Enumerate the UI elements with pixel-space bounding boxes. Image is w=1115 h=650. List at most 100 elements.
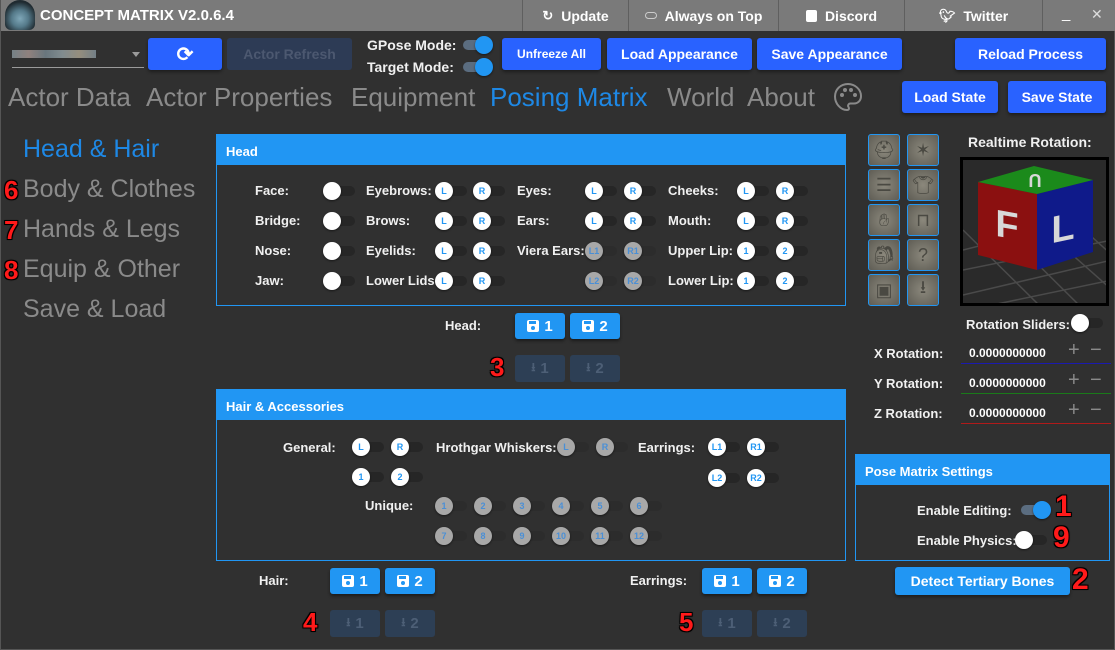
- unique-5-toggle[interactable]: 5: [591, 497, 625, 515]
- tab-posing-matrix[interactable]: Posing Matrix: [490, 82, 648, 113]
- x-rotation-minus-button[interactable]: −: [1090, 339, 1102, 362]
- upper-lip-1-toggle[interactable]: 1: [737, 242, 771, 260]
- unique-9-toggle[interactable]: 9: [513, 527, 547, 545]
- twitter-button[interactable]: 🐦︎ Twitter: [904, 0, 1042, 31]
- target-mode-toggle[interactable]: [459, 58, 493, 76]
- lower-lids-l-toggle[interactable]: L: [435, 272, 469, 290]
- unique-11-toggle[interactable]: 11: [591, 527, 625, 545]
- unique-6-toggle[interactable]: 6: [630, 497, 664, 515]
- tab-actor-data[interactable]: Actor Data: [8, 82, 131, 113]
- lower-lip-2-toggle[interactable]: 2: [776, 272, 810, 290]
- hair-save-1-button[interactable]: 1: [330, 568, 380, 594]
- cheeks-r-toggle[interactable]: R: [776, 182, 810, 200]
- x-rotation-plus-button[interactable]: +: [1068, 339, 1080, 362]
- unique-4-toggle[interactable]: 4: [552, 497, 586, 515]
- bag-button[interactable]: 🎒︎: [868, 239, 900, 271]
- y-rotation-input[interactable]: 0.0000000000: [961, 370, 1111, 394]
- palette-icon[interactable]: [832, 81, 864, 113]
- viera-ears-r1-toggle[interactable]: R1: [624, 242, 658, 260]
- upper-lip-2-toggle[interactable]: 2: [776, 242, 810, 260]
- general-1-toggle[interactable]: 1: [352, 468, 386, 486]
- discord-button[interactable]: Discord: [778, 0, 904, 31]
- rotation-sliders-toggle[interactable]: [1071, 314, 1105, 332]
- y-rotation-minus-button[interactable]: −: [1090, 369, 1102, 392]
- jaw-toggle[interactable]: [323, 272, 357, 290]
- earrings-load-2-button[interactable]: ⭳ 2: [757, 610, 807, 637]
- eyelids-r-toggle[interactable]: R: [473, 242, 507, 260]
- close-button[interactable]: ✕: [1091, 6, 1103, 23]
- unique-10-toggle[interactable]: 10: [552, 527, 586, 545]
- y-rotation-plus-button[interactable]: +: [1068, 369, 1080, 392]
- unique-1-toggle[interactable]: 1: [435, 497, 469, 515]
- lower-lids-r-toggle[interactable]: R: [473, 272, 507, 290]
- body-armor-button[interactable]: ☰: [868, 169, 900, 201]
- eyes-r-toggle[interactable]: R: [624, 182, 658, 200]
- whiskers-l-toggle[interactable]: L: [557, 438, 591, 456]
- tab-world[interactable]: World: [667, 82, 734, 113]
- tab-about[interactable]: About: [747, 82, 815, 113]
- update-button[interactable]: ↻ Update: [522, 0, 628, 31]
- unique-7-toggle[interactable]: 7: [435, 527, 469, 545]
- mystery-box-button[interactable]: ?: [907, 239, 939, 271]
- eyes-l-toggle[interactable]: L: [585, 182, 619, 200]
- earrings-load-1-button[interactable]: ⭳ 1: [702, 610, 752, 637]
- unfreeze-all-button[interactable]: Unfreeze All: [502, 38, 601, 70]
- download-button[interactable]: ⭳: [907, 274, 939, 306]
- head-load-2-button[interactable]: ⭳ 2: [570, 355, 620, 382]
- lower-lip-1-toggle[interactable]: 1: [737, 272, 771, 290]
- legs-button[interactable]: ⊓: [907, 204, 939, 236]
- mouth-l-toggle[interactable]: L: [737, 212, 771, 230]
- save-appearance-button[interactable]: Save Appearance: [757, 38, 902, 70]
- cheeks-l-toggle[interactable]: L: [737, 182, 771, 200]
- actor-select-dropdown[interactable]: [12, 40, 144, 68]
- ears-l-toggle[interactable]: L: [585, 212, 619, 230]
- minimize-button[interactable]: _: [1062, 5, 1070, 22]
- tab-equipment[interactable]: Equipment: [351, 82, 475, 113]
- z-rotation-minus-button[interactable]: −: [1090, 399, 1102, 422]
- general-r-toggle[interactable]: R: [391, 438, 425, 456]
- rotation-cube-viewport[interactable]: F L U: [960, 157, 1109, 306]
- save-state-button[interactable]: Save State: [1008, 81, 1106, 113]
- x-rotation-input[interactable]: 0.0000000000: [961, 340, 1111, 364]
- earring-l1-toggle[interactable]: L1: [708, 438, 742, 456]
- unique-12-toggle[interactable]: 12: [630, 527, 664, 545]
- sidebar-item-hands-legs[interactable]: Hands & Legs: [23, 215, 180, 244]
- general-l-toggle[interactable]: L: [352, 438, 386, 456]
- unique-2-toggle[interactable]: 2: [474, 497, 508, 515]
- hand-button[interactable]: ✋︎: [868, 204, 900, 236]
- bridge-toggle[interactable]: [323, 212, 357, 230]
- hair-button[interactable]: ✶: [907, 134, 939, 166]
- gpose-mode-toggle[interactable]: [459, 36, 493, 54]
- enable-physics-toggle[interactable]: [1015, 531, 1049, 549]
- sidebar-item-equip-other[interactable]: Equip & Other: [23, 255, 180, 284]
- sidebar-item-save-load[interactable]: Save & Load: [23, 295, 166, 324]
- always-on-top-button[interactable]: Always on Top: [628, 0, 778, 31]
- viera-ears-2-l2-toggle[interactable]: L2: [585, 272, 619, 290]
- load-appearance-button[interactable]: Load Appearance: [607, 38, 752, 70]
- hair-load-2-button[interactable]: ⭳ 2: [385, 610, 435, 637]
- earrings-save-1-button[interactable]: 1: [702, 568, 752, 594]
- enable-editing-toggle[interactable]: [1017, 501, 1051, 519]
- general-2-toggle[interactable]: 2: [391, 468, 425, 486]
- earrings-save-2-button[interactable]: 2: [757, 568, 807, 594]
- hair-save-2-button[interactable]: 2: [385, 568, 435, 594]
- brows-r-toggle[interactable]: R: [473, 212, 507, 230]
- reload-process-button[interactable]: Reload Process: [955, 38, 1106, 70]
- z-rotation-input[interactable]: 0.0000000000: [961, 400, 1111, 424]
- ears-r-toggle[interactable]: R: [624, 212, 658, 230]
- earring-l2-toggle[interactable]: L2: [708, 469, 742, 487]
- actor-refresh-button[interactable]: Actor Refresh: [227, 38, 352, 70]
- earring-r2-toggle[interactable]: R2: [747, 469, 781, 487]
- hair-load-1-button[interactable]: ⭳ 1: [330, 610, 380, 637]
- unique-3-toggle[interactable]: 3: [513, 497, 547, 515]
- unique-8-toggle[interactable]: 8: [474, 527, 508, 545]
- viera-ears-l1-toggle[interactable]: L1: [585, 242, 619, 260]
- head-save-2-button[interactable]: 2: [570, 313, 620, 339]
- clothes-button[interactable]: 👕︎: [907, 169, 939, 201]
- tab-actor-properties[interactable]: Actor Properties: [146, 82, 332, 113]
- detect-tertiary-bones-button[interactable]: Detect Tertiary Bones: [895, 567, 1070, 595]
- head-save-1-button[interactable]: 1: [515, 313, 565, 339]
- whiskers-r-toggle[interactable]: R: [596, 438, 630, 456]
- brows-l-toggle[interactable]: L: [435, 212, 469, 230]
- face-toggle[interactable]: [323, 182, 357, 200]
